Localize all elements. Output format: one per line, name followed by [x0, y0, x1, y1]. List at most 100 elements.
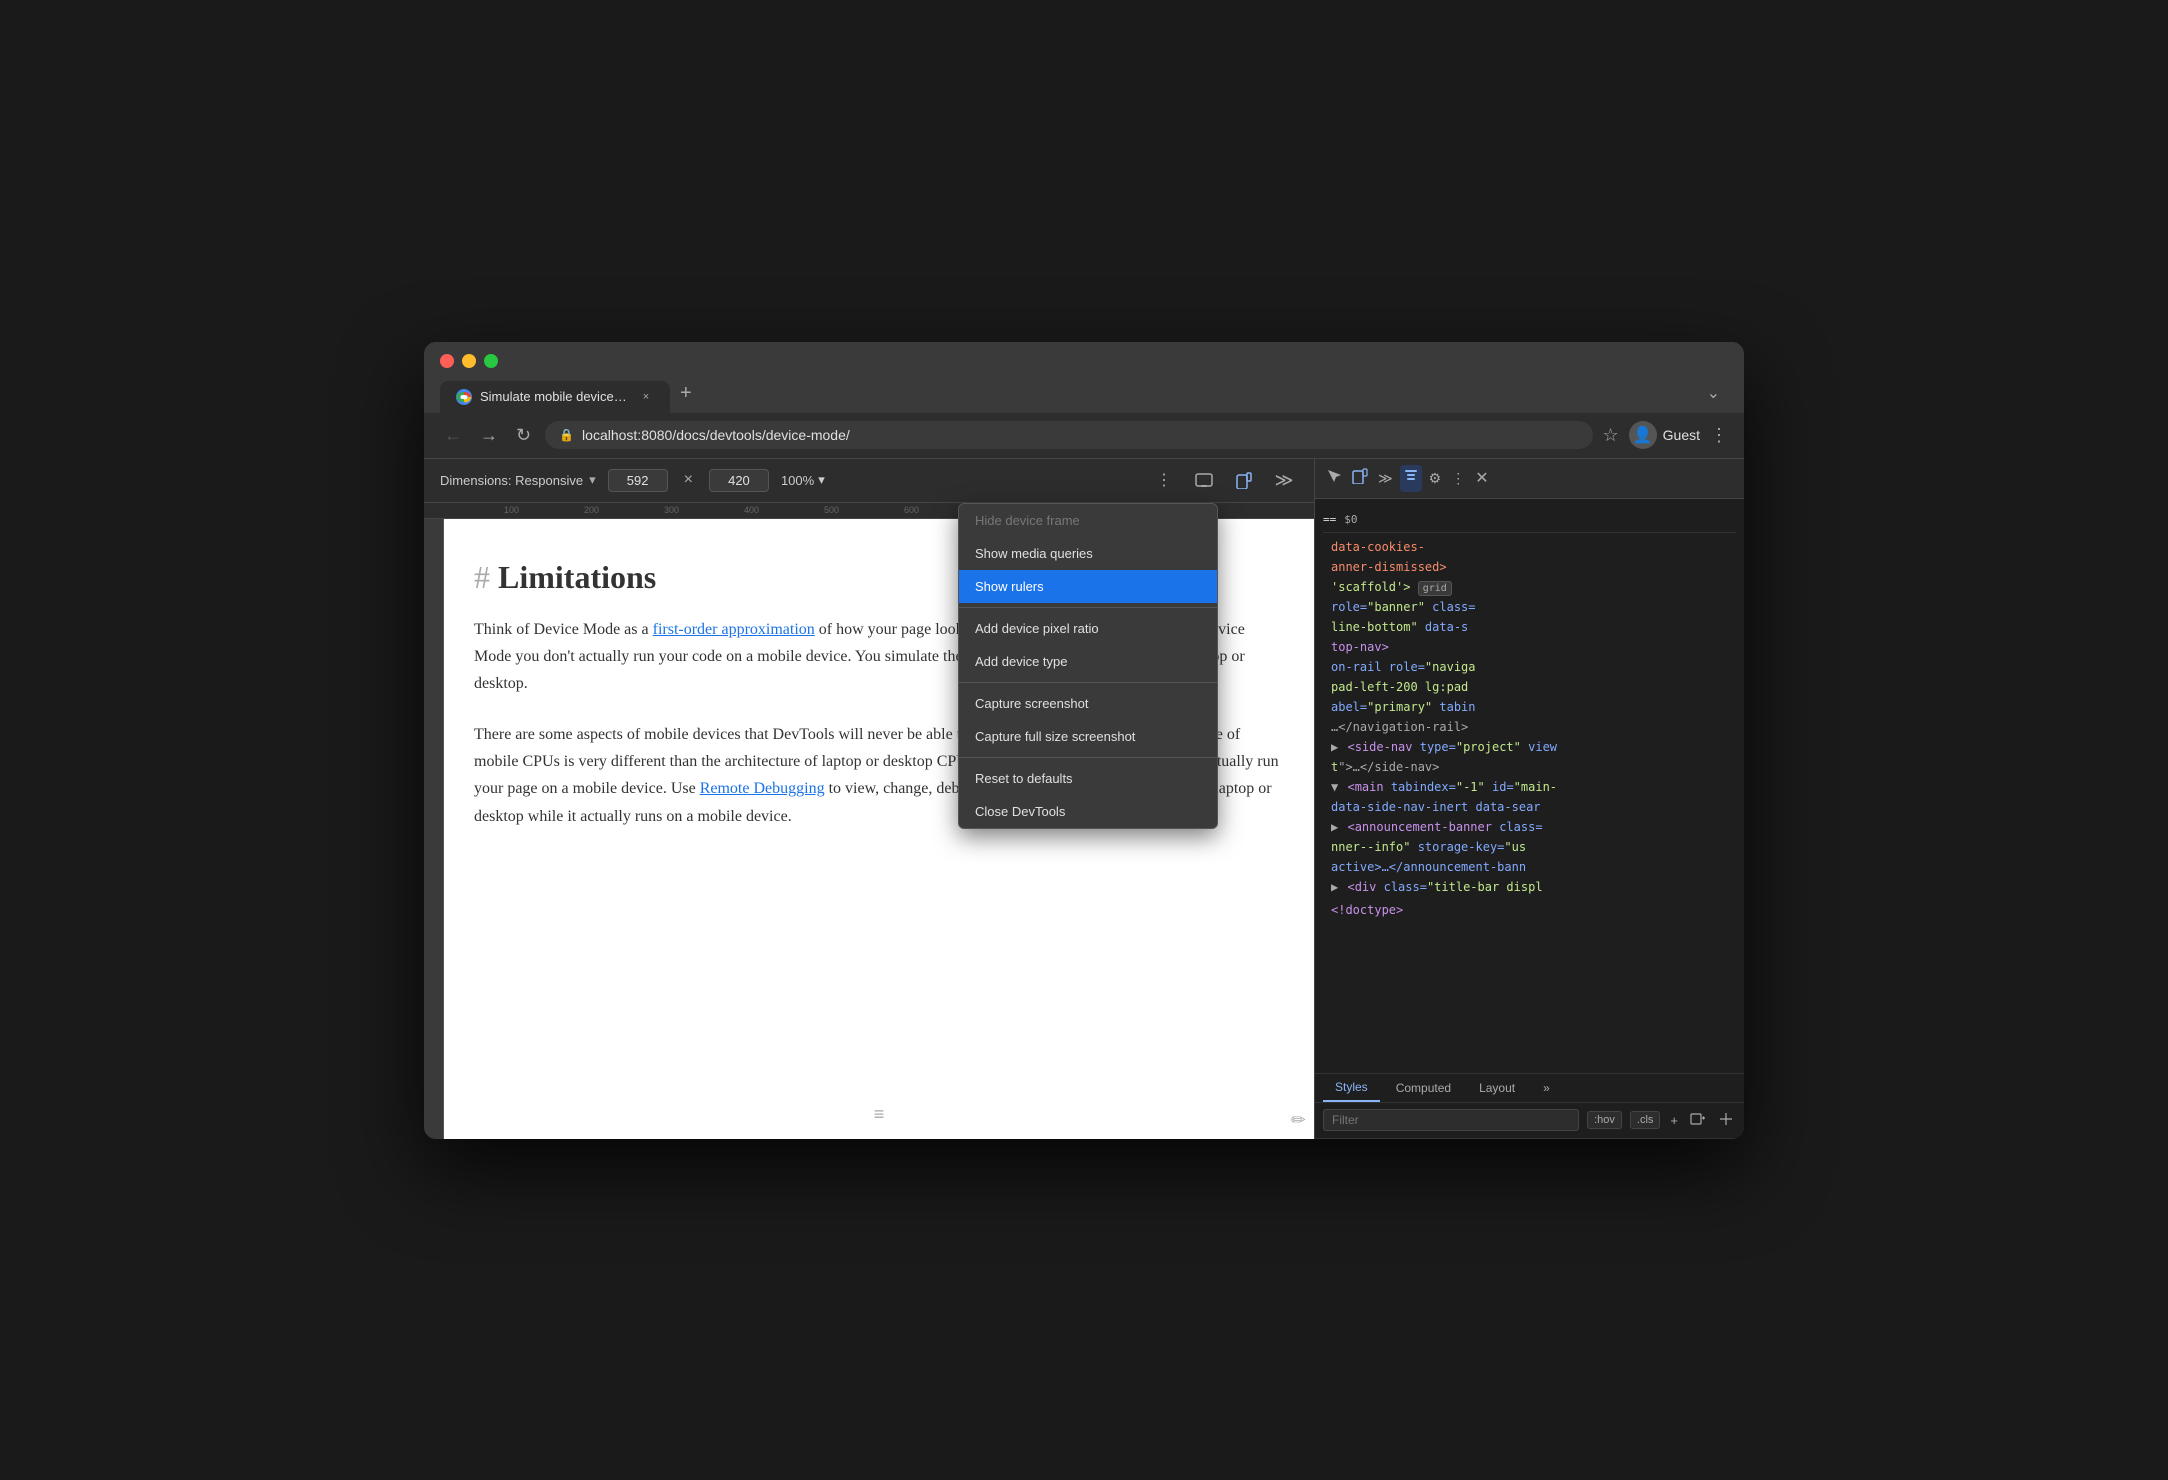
tab-styles[interactable]: Styles	[1323, 1074, 1380, 1102]
more-devtools-panels-icon[interactable]: ≫	[1375, 467, 1396, 490]
maximize-traffic-light[interactable]	[484, 354, 498, 368]
element-reference: $0	[1344, 511, 1357, 529]
bookmark-icon[interactable]: ☆	[1603, 425, 1619, 446]
scroll-indicator: ≡	[874, 1104, 885, 1125]
chrome-favicon-icon	[456, 389, 472, 405]
chrome-menu-icon[interactable]: ⋮	[1710, 425, 1728, 446]
show-media-queries-item[interactable]: Show media queries	[959, 537, 1217, 570]
back-button[interactable]: ←	[440, 421, 466, 450]
first-order-link[interactable]: first-order approximation	[653, 621, 815, 638]
html-line-4: role="banner" class=	[1323, 597, 1736, 617]
html-line-16: nner--info" storage-key="us	[1323, 837, 1736, 857]
hov-filter-button[interactable]: :hov	[1587, 1111, 1622, 1129]
tab-computed[interactable]: Computed	[1384, 1075, 1463, 1101]
dollar-sign: ==	[1323, 511, 1336, 529]
reload-button[interactable]: ↻	[512, 421, 535, 450]
devtools-panel: ≫ ⚙ ⋮ ✕ == $0	[1314, 459, 1744, 1139]
dimensions-arrow-icon: ▾	[589, 472, 596, 488]
tab-more-bottom[interactable]: »	[1531, 1075, 1562, 1101]
ruler-mark-240: 300	[664, 505, 679, 515]
width-input[interactable]	[608, 469, 668, 492]
doctype-line: <!doctype>	[1323, 897, 1736, 924]
height-input[interactable]	[709, 469, 769, 492]
show-rulers-label: Show rulers	[975, 579, 1044, 594]
device-toolbar: Dimensions: Responsive ▾ × 100% ▾ ⋮	[424, 459, 1314, 503]
dimension-separator: ×	[684, 471, 693, 489]
devtools-header: ≫ ⚙ ⋮ ✕	[1315, 459, 1744, 499]
settings-icon[interactable]: ⚙	[1426, 467, 1445, 490]
address-bar: ← → ↻ 🔒 localhost:8080/docs/devtools/dev…	[424, 413, 1744, 459]
url-bar[interactable]: 🔒 localhost:8080/docs/devtools/device-mo…	[545, 421, 1592, 449]
profile-label: Guest	[1663, 427, 1700, 443]
zoom-value: 100%	[781, 473, 814, 488]
devtools-content: == $0 data-cookies- anner-dismissed> 'sc…	[1315, 499, 1744, 1139]
close-devtools-icon[interactable]: ✕	[1472, 465, 1491, 491]
ruler-left	[424, 519, 444, 1139]
profile-avatar: 👤	[1629, 421, 1657, 449]
html-line-12: t">…</side-nav>	[1323, 757, 1736, 777]
more-options-button[interactable]: ⋮	[1150, 466, 1178, 494]
ruler-mark-80: 100	[504, 505, 519, 515]
html-line-17: active>…</announcement-bann	[1323, 857, 1736, 877]
hide-device-frame-item[interactable]: Hide device frame	[959, 504, 1217, 537]
element-inspector: == $0 data-cookies- anner-dismissed> 'sc…	[1315, 499, 1744, 1073]
heading-hash: #	[474, 559, 490, 596]
forward-button[interactable]: →	[476, 421, 502, 450]
capture-full-size-screenshot-label: Capture full size screenshot	[975, 729, 1135, 744]
ruler-mark-480: 600	[904, 505, 919, 515]
styles-filter-row: :hov .cls +	[1315, 1103, 1744, 1139]
add-device-type-label: Add device type	[975, 654, 1068, 669]
tabs-row: Simulate mobile devices with D × + ⌄	[440, 378, 1728, 413]
left-section: Dimensions: Responsive ▾ × 100% ▾ ⋮	[424, 459, 1314, 1139]
tab-layout[interactable]: Layout	[1467, 1075, 1527, 1101]
browser-tab[interactable]: Simulate mobile devices with D ×	[440, 381, 670, 413]
capture-screenshot-label: Capture screenshot	[975, 696, 1088, 711]
remote-debugging-link[interactable]: Remote Debugging	[700, 780, 825, 797]
minimize-traffic-light[interactable]	[462, 354, 476, 368]
dimensions-selector[interactable]: Dimensions: Responsive ▾	[440, 472, 596, 488]
browser-window: Simulate mobile devices with D × + ⌄ ← →…	[424, 342, 1744, 1139]
inspect-element-icon[interactable]	[1323, 465, 1345, 492]
reset-to-defaults-item[interactable]: Reset to defaults	[959, 762, 1217, 795]
device-mode-icon[interactable]	[1190, 466, 1218, 494]
reset-to-defaults-label: Reset to defaults	[975, 771, 1073, 786]
close-devtools-item[interactable]: Close DevTools	[959, 795, 1217, 828]
add-device-pixel-ratio-item[interactable]: Add device pixel ratio	[959, 612, 1217, 645]
add-device-type-item[interactable]: Add device type	[959, 645, 1217, 678]
close-devtools-label: Close DevTools	[975, 804, 1065, 819]
device-mode-toggle-icon[interactable]	[1349, 465, 1371, 492]
inspect-header: == $0	[1323, 507, 1736, 534]
html-line-1: data-cookies-	[1323, 537, 1736, 557]
html-line-7: on-rail role="naviga	[1323, 657, 1736, 677]
tab-close-button[interactable]: ×	[638, 389, 654, 405]
html-line-5: line-bottom" data-s	[1323, 617, 1736, 637]
menu-divider-3	[959, 757, 1217, 758]
tab-title: Simulate mobile devices with D	[480, 389, 630, 404]
capture-full-size-screenshot-item[interactable]: Capture full size screenshot	[959, 720, 1217, 753]
profile-button[interactable]: 👤 Guest	[1629, 421, 1700, 449]
lock-icon: 🔒	[559, 428, 574, 442]
zoom-selector[interactable]: 100% ▾	[781, 472, 825, 488]
zoom-arrow-icon: ▾	[818, 472, 825, 488]
new-style-rule-icon[interactable]	[1688, 1109, 1708, 1132]
html-line-8: pad-left-200 lg:pad	[1323, 677, 1736, 697]
capture-screenshot-item[interactable]: Capture screenshot	[959, 687, 1217, 720]
traffic-lights	[440, 354, 1728, 368]
devtools-more-icon[interactable]: ⋮	[1448, 467, 1468, 490]
cls-filter-button[interactable]: .cls	[1630, 1111, 1661, 1129]
html-line-6: top-nav>	[1323, 637, 1736, 657]
devtools-bottom-tabs: Styles Computed Layout »	[1315, 1074, 1744, 1103]
styles-filter-input[interactable]	[1323, 1109, 1579, 1131]
rotate-icon[interactable]	[1230, 466, 1258, 494]
tab-menu-button[interactable]: ⌄	[1699, 379, 1728, 407]
elements-panel-icon[interactable]	[1400, 465, 1422, 492]
more-tools-icon[interactable]: ≫	[1270, 466, 1298, 494]
html-line-11: ▶ <side-nav type="project" view	[1323, 737, 1736, 757]
dimensions-label: Dimensions: Responsive	[440, 473, 583, 488]
url-text: localhost:8080/docs/devtools/device-mode…	[582, 427, 850, 443]
show-rulers-item[interactable]: Show rulers	[959, 570, 1217, 603]
element-state-icon[interactable]	[1716, 1109, 1736, 1132]
close-traffic-light[interactable]	[440, 354, 454, 368]
new-tab-button[interactable]: +	[672, 378, 700, 409]
add-style-rule-icon[interactable]: +	[1668, 1111, 1680, 1130]
